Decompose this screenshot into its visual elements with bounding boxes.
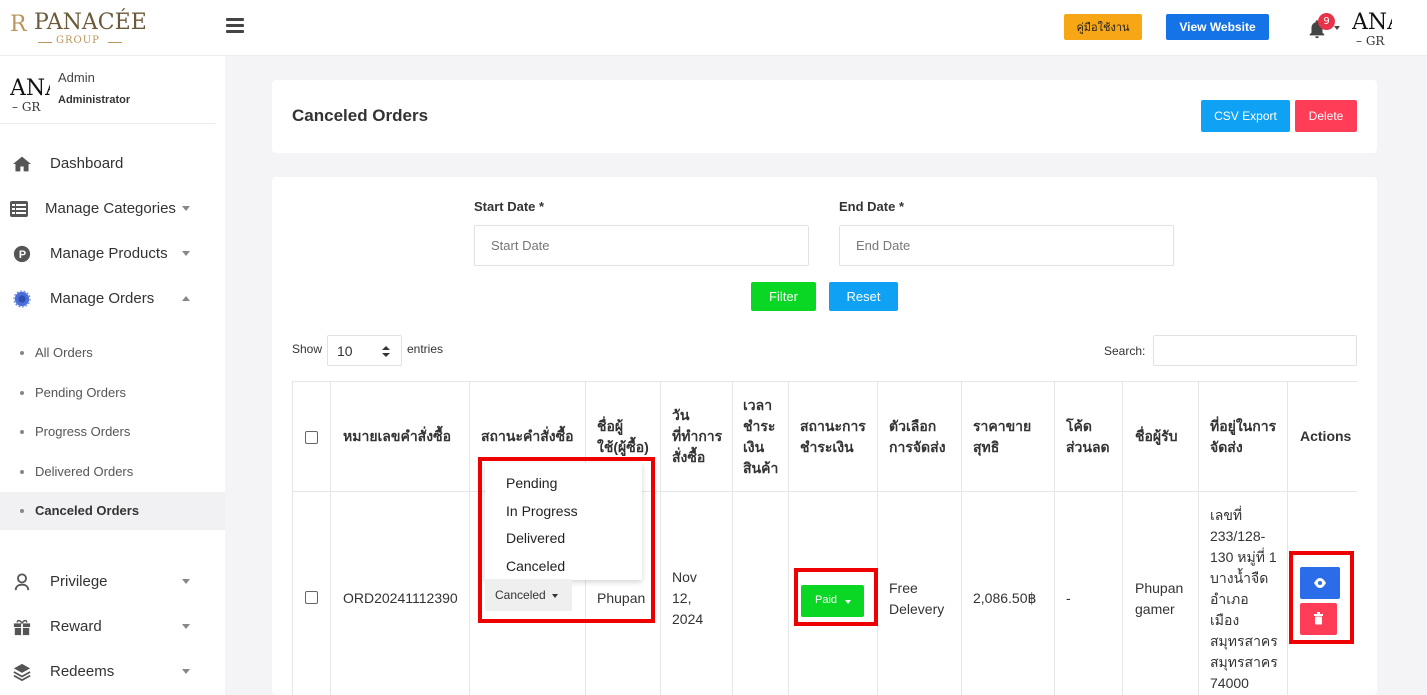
product-icon: P — [13, 245, 31, 263]
list-icon — [10, 201, 28, 217]
end-date-input[interactable] — [839, 225, 1174, 266]
chevron-down-icon — [182, 669, 190, 674]
th-user-name[interactable]: ชื่อผู้ ใช้(ผู้ซื้อ) — [597, 416, 649, 458]
view-order-button[interactable] — [1300, 567, 1340, 599]
stepper-up-icon — [382, 346, 390, 350]
sidebar-avatar: ANA – GR — [10, 76, 50, 114]
chevron-down-icon — [182, 206, 190, 211]
sidebar-subitem-delivered-orders[interactable]: Delivered Orders — [0, 453, 225, 491]
orders-icon — [13, 290, 31, 308]
user-avatar[interactable]: ANA – GR — [1352, 8, 1392, 48]
caret-down-icon — [552, 594, 558, 598]
status-option-pending[interactable]: Pending — [506, 475, 557, 491]
row-checkbox[interactable] — [305, 591, 318, 604]
th-payment-time[interactable]: เวลา ชำระ เงิน สินค้า — [743, 395, 778, 479]
page-header-card: Canceled Orders CSV Export Delete — [272, 80, 1377, 153]
reset-button[interactable]: Reset — [829, 282, 898, 311]
status-option-canceled[interactable]: Canceled — [506, 558, 565, 574]
sidebar-item-redeems[interactable]: Redeems — [0, 654, 225, 690]
end-date-label: End Date * — [839, 199, 905, 214]
logo-line-right — [108, 42, 122, 43]
th-order-date[interactable]: วัน ที่ทำการ สั่งซื้อ — [672, 405, 722, 468]
delete-order-button[interactable] — [1300, 603, 1337, 635]
chevron-down-icon — [182, 251, 190, 256]
sidebar-item-categories[interactable]: Manage Categories — [0, 191, 225, 227]
logo-mark: R — [10, 12, 27, 37]
th-order-status[interactable]: สถานะคำสั่งซื้อ — [481, 426, 574, 447]
th-discount-code[interactable]: โค้ด ส่วนลด — [1066, 416, 1110, 458]
buyer-name: Phupan — [597, 590, 646, 606]
sidebar-user-role: Administrator — [58, 94, 131, 106]
search-input[interactable] — [1153, 335, 1357, 366]
orders-table: หมายเลขคำสั่งซื้อ สถานะคำสั่งซื้อ ชื่อผู… — [292, 381, 1357, 695]
entries-label: entries — [407, 342, 444, 356]
top-header: R PANACÉE GROUP คู่มือใช้งาน View Websit… — [0, 0, 1427, 56]
notification-badge: 9 — [1318, 13, 1335, 30]
shipping-option: Free Delevery — [889, 580, 945, 617]
sidebar-user-name: Admin — [58, 70, 95, 85]
home-icon — [13, 156, 31, 172]
th-order-no[interactable]: หมายเลขคำสั่งซื้อ — [343, 426, 451, 447]
delete-button[interactable]: Delete — [1295, 100, 1357, 132]
logo-line-left — [38, 42, 52, 43]
sidebar-subitem-canceled-orders[interactable]: Canceled Orders — [0, 492, 225, 530]
sidebar-item-privilege[interactable]: Privilege — [0, 564, 225, 600]
sidebar-subitem-pending-orders[interactable]: Pending Orders — [0, 374, 225, 412]
status-option-in-progress[interactable]: In Progress — [506, 503, 578, 519]
th-actions: Actions — [1300, 428, 1352, 444]
caret-down-icon — [845, 600, 851, 604]
menu-toggle-icon[interactable] — [226, 18, 244, 34]
th-net-price[interactable]: ราคาขาย สุทธิ — [973, 416, 1031, 458]
notification-caret-icon — [1334, 26, 1340, 30]
order-status-dropdown[interactable]: Canceled — [485, 579, 572, 611]
shipping-address: เลขที่ 233/128- 130 หมู่ที่ 1 บางน้ำจืด … — [1210, 507, 1278, 691]
csv-export-button[interactable]: CSV Export — [1201, 100, 1290, 132]
th-receiver[interactable]: ชื่อผู้รับ — [1135, 426, 1178, 447]
th-shipping-option[interactable]: ตัวเลือก การจัดส่ง — [889, 416, 946, 458]
svg-text:P: P — [19, 249, 26, 261]
sidebar-item-dashboard[interactable]: Dashboard — [0, 146, 225, 182]
eye-icon — [1314, 578, 1326, 588]
start-date-label: Start Date * — [474, 199, 545, 214]
sidebar: ANA – GR Admin Administrator Dashboard M… — [0, 56, 225, 695]
chevron-up-icon — [182, 296, 190, 301]
logo-group: GROUP — [56, 35, 100, 46]
status-option-delivered[interactable]: Delivered — [506, 530, 565, 546]
page-title: Canceled Orders — [292, 106, 429, 125]
layers-icon — [13, 663, 31, 681]
filter-button[interactable]: Filter — [751, 282, 816, 311]
logo-brand: PANACÉE — [34, 10, 147, 35]
sidebar-subitem-progress-orders[interactable]: Progress Orders — [0, 413, 225, 451]
order-status-menu: Pending In Progress Delivered Canceled — [485, 463, 642, 580]
sidebar-item-orders[interactable]: Manage Orders — [0, 281, 225, 317]
entries-select[interactable]: 10 — [327, 335, 402, 366]
sidebar-item-reward[interactable]: Reward — [0, 609, 225, 645]
view-website-button[interactable]: View Website — [1166, 14, 1269, 40]
order-date: Nov 12, 2024 — [672, 569, 704, 627]
chevron-down-icon — [182, 624, 190, 629]
panacee-logo[interactable]: R PANACÉE GROUP — [10, 10, 147, 46]
order-number[interactable]: ORD20241112390 — [343, 588, 458, 609]
net-price: 2,086.50฿ — [973, 590, 1037, 606]
search-label: Search: — [1104, 344, 1146, 358]
show-label: Show — [292, 342, 323, 356]
gift-icon — [13, 619, 31, 636]
manual-button[interactable]: คู่มือใช้งาน — [1064, 14, 1142, 40]
start-date-input[interactable] — [474, 225, 809, 266]
orders-card: Start Date * End Date * Filter Reset Sho… — [272, 177, 1377, 695]
payment-status-dropdown[interactable]: Paid — [801, 585, 864, 617]
th-address[interactable]: ที่อยู่ในการ จัดส่ง — [1210, 416, 1276, 458]
sidebar-subitem-all-orders[interactable]: All Orders — [0, 334, 225, 372]
user-icon — [14, 573, 30, 591]
trash-icon — [1314, 612, 1323, 625]
chevron-down-icon — [182, 579, 190, 584]
sidebar-item-products[interactable]: P Manage Products — [0, 236, 225, 272]
th-payment-status[interactable]: สถานะการ ชำระเงิน — [800, 416, 866, 458]
sidebar-divider — [0, 123, 215, 124]
select-all-checkbox[interactable] — [305, 431, 318, 444]
stepper-down-icon — [382, 353, 390, 357]
receiver-name: Phupan gamer — [1135, 580, 1184, 617]
discount-code: - — [1066, 590, 1071, 606]
